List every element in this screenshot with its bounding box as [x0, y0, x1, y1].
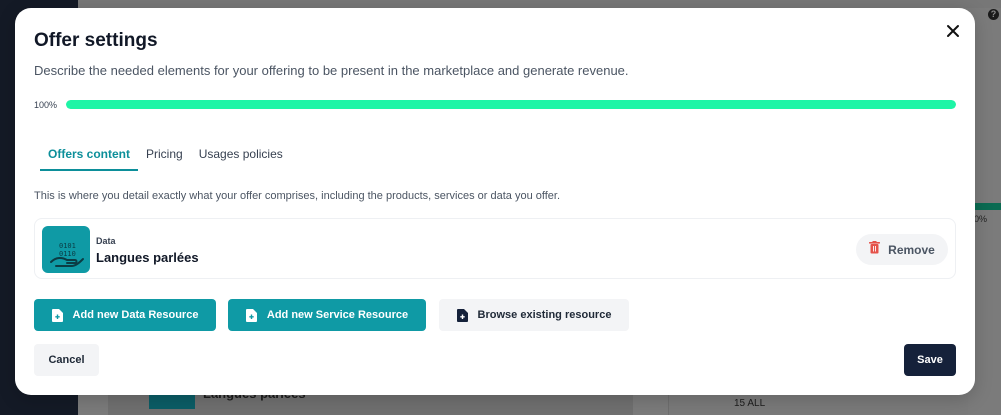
tab-pricing[interactable]: Pricing [138, 147, 191, 171]
offer-settings-modal: Offer settings Describe the needed eleme… [15, 8, 975, 395]
resource-name: Langues parlées [96, 250, 199, 265]
cancel-button[interactable]: Cancel [34, 344, 99, 376]
remove-button[interactable]: Remove [856, 234, 948, 265]
save-button[interactable]: Save [904, 344, 956, 376]
progress-bar [66, 100, 956, 109]
add-data-resource-label: Add new Data Resource [72, 309, 199, 321]
add-service-resource-label: Add new Service Resource [266, 309, 409, 321]
background-progress-peek [974, 203, 1001, 210]
progress-label: 100% [34, 100, 58, 110]
tab-bar: Offers content Pricing Usages policies [40, 147, 291, 171]
tab-description: This is where you detail exactly what yo… [34, 190, 561, 202]
background-topbar [78, 0, 1001, 8]
svg-text:0101: 0101 [59, 242, 76, 250]
file-add-icon [51, 308, 63, 322]
file-add-icon [245, 308, 257, 322]
background-count: 15 ALL [734, 398, 766, 409]
tab-usages-policies[interactable]: Usages policies [191, 147, 291, 171]
add-data-resource-button[interactable]: Add new Data Resource [34, 299, 216, 331]
add-service-resource-button[interactable]: Add new Service Resource [228, 299, 426, 331]
modal-description: Describe the needed elements for your of… [34, 63, 629, 78]
help-icon: ? [988, 9, 999, 20]
resource-card: 0101 0110 Data Langues parlées Remove [34, 218, 956, 279]
close-icon[interactable] [943, 21, 963, 41]
remove-label: Remove [888, 242, 935, 257]
progress-fill [66, 100, 956, 109]
browse-existing-resource-button[interactable]: Browse existing resource [439, 299, 629, 331]
background-progress-label: 0% [974, 214, 988, 224]
data-binary-hand-icon: 0101 0110 [42, 226, 90, 273]
modal-title: Offer settings [34, 30, 158, 51]
file-add-icon [456, 308, 468, 322]
tab-offers-content[interactable]: Offers content [40, 147, 139, 171]
trash-icon [869, 240, 881, 259]
resource-type: Data [96, 236, 116, 246]
browse-existing-resource-label: Browse existing resource [477, 309, 612, 321]
svg-text:0110: 0110 [59, 250, 76, 258]
